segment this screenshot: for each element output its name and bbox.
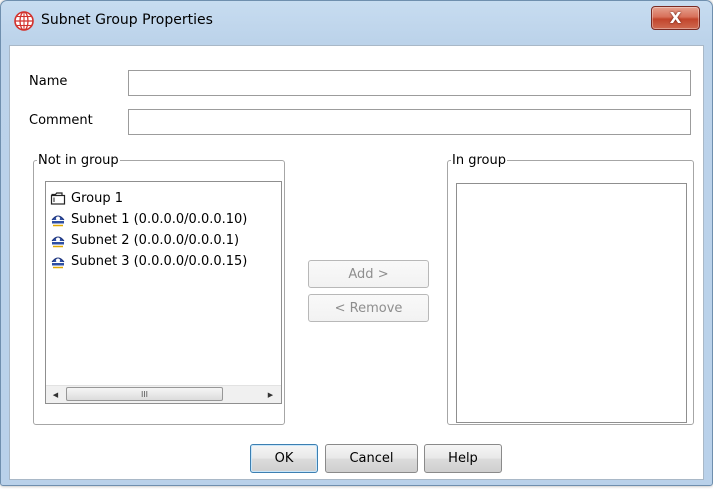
in-group-legend: In group: [452, 153, 506, 168]
list-item-label: Subnet 3 (0.0.0.0/0.0.0.15): [71, 253, 248, 269]
list-item-label: Group 1: [71, 190, 123, 206]
remove-button[interactable]: < Remove: [308, 294, 429, 322]
scroll-left-icon[interactable]: ◀: [49, 388, 62, 401]
not-in-group-list[interactable]: Group 1 Subnet 1 (0.0.0.0/0.0.0.10) Subn…: [45, 181, 282, 404]
scrollbar-thumb[interactable]: III: [66, 387, 223, 401]
folder-icon: [50, 190, 66, 206]
scroll-right-icon[interactable]: ▶: [264, 388, 277, 401]
dialog-window: Subnet Group Properties X Name Comment N…: [0, 0, 713, 486]
list-item-label: Subnet 1 (0.0.0.0/0.0.0.10): [71, 211, 248, 227]
dialog-body: Name Comment Not in group Group 1 Subnet…: [9, 45, 704, 480]
not-in-group-legend: Not in group: [38, 153, 119, 168]
help-button[interactable]: Help: [424, 444, 502, 473]
add-button[interactable]: Add >: [308, 260, 429, 288]
name-label: Name: [29, 74, 68, 89]
list-item-label: Subnet 2 (0.0.0.0/0.0.0.1): [71, 232, 240, 248]
list-item-subnet-1[interactable]: Subnet 1 (0.0.0.0/0.0.0.10): [50, 209, 247, 229]
subnet-icon: [50, 253, 66, 269]
subnet-icon: [50, 211, 66, 227]
window-title: Subnet Group Properties: [41, 12, 213, 28]
close-icon: X: [669, 9, 682, 27]
close-button[interactable]: X: [651, 6, 700, 30]
comment-label: Comment: [29, 113, 93, 128]
list-item-subnet-3[interactable]: Subnet 3 (0.0.0.0/0.0.0.15): [50, 251, 247, 271]
list-item-group-1[interactable]: Group 1: [50, 188, 123, 208]
scroll-grip-icon: III: [140, 389, 149, 399]
ok-button[interactable]: OK: [250, 444, 318, 473]
comment-input[interactable]: [128, 109, 691, 135]
list-item-subnet-2[interactable]: Subnet 2 (0.0.0.0/0.0.0.1): [50, 230, 239, 250]
cancel-button[interactable]: Cancel: [325, 444, 418, 473]
globe-icon: [14, 11, 34, 31]
in-group-list[interactable]: [456, 183, 687, 423]
subnet-icon: [50, 232, 66, 248]
name-input[interactable]: [128, 70, 691, 96]
horizontal-scrollbar[interactable]: ◀ III ▶: [46, 385, 281, 403]
title-bar[interactable]: Subnet Group Properties X: [1, 1, 712, 45]
